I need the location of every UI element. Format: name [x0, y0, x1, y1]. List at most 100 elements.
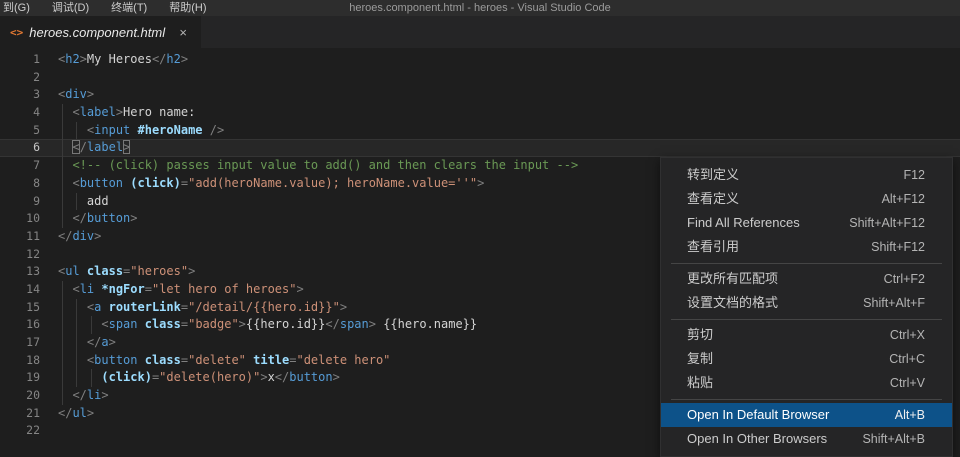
- menu-item-3[interactable]: 查看引用 Shift+F12: [661, 235, 952, 259]
- code-token: {{hero.name}}: [375, 317, 478, 332]
- code-line-2[interactable]: 2: [0, 69, 960, 87]
- code-line-1[interactable]: 1 <h2>My Heroes</h2>: [0, 51, 960, 69]
- code-token: class: [144, 317, 181, 332]
- code-token: >: [108, 335, 116, 349]
- tab-close-icon[interactable]: ×: [175, 25, 191, 40]
- menu-item-5[interactable]: 更改所有匹配项 Ctrl+F2: [661, 267, 952, 291]
- code-token: >: [79, 52, 87, 66]
- menu-item-2[interactable]: Find All References Shift+Alt+F12: [661, 211, 952, 235]
- indent-guide: [76, 192, 78, 211]
- code-token: </: [58, 405, 73, 420]
- menubar-item-1[interactable]: 调试(D): [41, 0, 100, 16]
- menu-item-shortcut: Shift+Alt+B: [862, 432, 925, 446]
- code-token: >: [94, 228, 102, 243]
- code-line-3[interactable]: 3 <div>: [0, 86, 960, 104]
- code-token: >: [86, 405, 95, 420]
- menu-item-10[interactable]: 粘贴 Ctrl+V: [661, 371, 952, 395]
- line-number: 19: [26, 370, 40, 385]
- indent-guide: [90, 316, 92, 334]
- code-line-6[interactable]: 6 </label>: [0, 139, 960, 158]
- line-content: <h2>My Heroes</h2>: [40, 51, 960, 69]
- indent-guide: [62, 192, 63, 211]
- line-number: 13: [26, 264, 40, 279]
- menu-item-shortcut: Alt+F12: [881, 192, 925, 206]
- line-content: [40, 69, 960, 87]
- menu-item-9[interactable]: 复制 Ctrl+C: [661, 347, 952, 371]
- menu-item-label: 查看定义: [687, 191, 740, 206]
- menubar-item-3[interactable]: 帮助(H): [158, 0, 217, 16]
- menubar-item-2[interactable]: 终端(T): [100, 0, 158, 16]
- code-token: <: [72, 175, 80, 190]
- code-token: button: [289, 370, 333, 385]
- code-token: label: [86, 140, 124, 155]
- code-token: button: [79, 175, 124, 190]
- code-token: (click): [101, 370, 152, 385]
- menu-item-shortcut: F12: [903, 168, 925, 182]
- code-token: >: [332, 370, 340, 385]
- indent-guide: [76, 351, 78, 370]
- menubar-item-0[interactable]: 到(G): [0, 0, 41, 16]
- code-token: class: [86, 264, 124, 279]
- code-token: <: [72, 281, 80, 296]
- indent-guide: [62, 316, 63, 334]
- code-token: li: [79, 281, 95, 296]
- menu-item-1[interactable]: 查看定义 Alt+F12: [661, 187, 952, 211]
- menu-item-shortcut: Ctrl+C: [889, 352, 925, 366]
- indent-guide: [62, 369, 63, 388]
- code-token: li: [86, 388, 102, 403]
- line-number: 12: [26, 246, 40, 261]
- menu-item-12[interactable]: Open In Default Browser Alt+B: [661, 403, 952, 427]
- code-token: "add(heroName.value); heroName.value=''": [188, 175, 478, 190]
- code-line-5[interactable]: 5 <input #heroName />: [0, 121, 960, 140]
- code-token: "heroes": [130, 264, 189, 279]
- menu-separator: [671, 262, 942, 264]
- menu-item-label: 更改所有匹配项: [687, 271, 779, 286]
- line-number: 17: [26, 335, 40, 349]
- tab-heroes-component-html[interactable]: <> heroes.component.html ×: [0, 16, 202, 48]
- menu-item-0[interactable]: 转到定义 F12: [661, 163, 952, 187]
- line-content: <div>: [40, 86, 960, 104]
- code-token: "badge": [188, 317, 239, 332]
- code-token: =: [180, 317, 189, 332]
- code-line-4[interactable]: 4 <label>Hero name:: [0, 104, 960, 122]
- menu-item-shortcut: Ctrl+V: [889, 376, 925, 390]
- indent-guide: [76, 298, 78, 317]
- menu-item-6[interactable]: 设置文档的格式 Shift+Alt+F: [661, 291, 952, 315]
- code-token: Hero name:: [123, 105, 196, 120]
- indent-guide: [76, 369, 78, 388]
- line-number: 3: [33, 87, 40, 102]
- menu-separator: [671, 398, 942, 400]
- code-token: class: [144, 352, 181, 367]
- indent-guide: [62, 334, 63, 352]
- menu-item-shortcut: Shift+F12: [871, 240, 925, 254]
- menu-item-8[interactable]: 剪切 Ctrl+X: [661, 323, 952, 347]
- code-token: span: [339, 317, 369, 332]
- code-token: "delete hero": [296, 352, 391, 367]
- code-token: ul: [72, 405, 87, 420]
- code-token: =: [180, 299, 189, 314]
- line-number: 4: [33, 105, 40, 120]
- indent-guide: [76, 316, 78, 334]
- line-number: 14: [26, 281, 40, 296]
- menu-item-shortcut: Ctrl+X: [889, 328, 925, 342]
- indent-guide: [90, 369, 92, 388]
- code-token: routerLink: [108, 299, 181, 314]
- code-token: h2: [166, 52, 181, 66]
- line-content: </label>: [40, 139, 960, 158]
- code-token: </: [151, 52, 167, 66]
- menu-item-13[interactable]: Open In Other Browsers Shift+Alt+B: [661, 427, 952, 451]
- menu-item-label: 设置文档的格式: [687, 295, 779, 310]
- code-token: >: [86, 87, 95, 102]
- code-token: x: [267, 370, 275, 385]
- indent-guide: [76, 121, 78, 140]
- line-content: <input #heroName />: [40, 121, 960, 140]
- code-token: a: [101, 335, 109, 349]
- line-content: <label>Hero name:: [40, 104, 960, 122]
